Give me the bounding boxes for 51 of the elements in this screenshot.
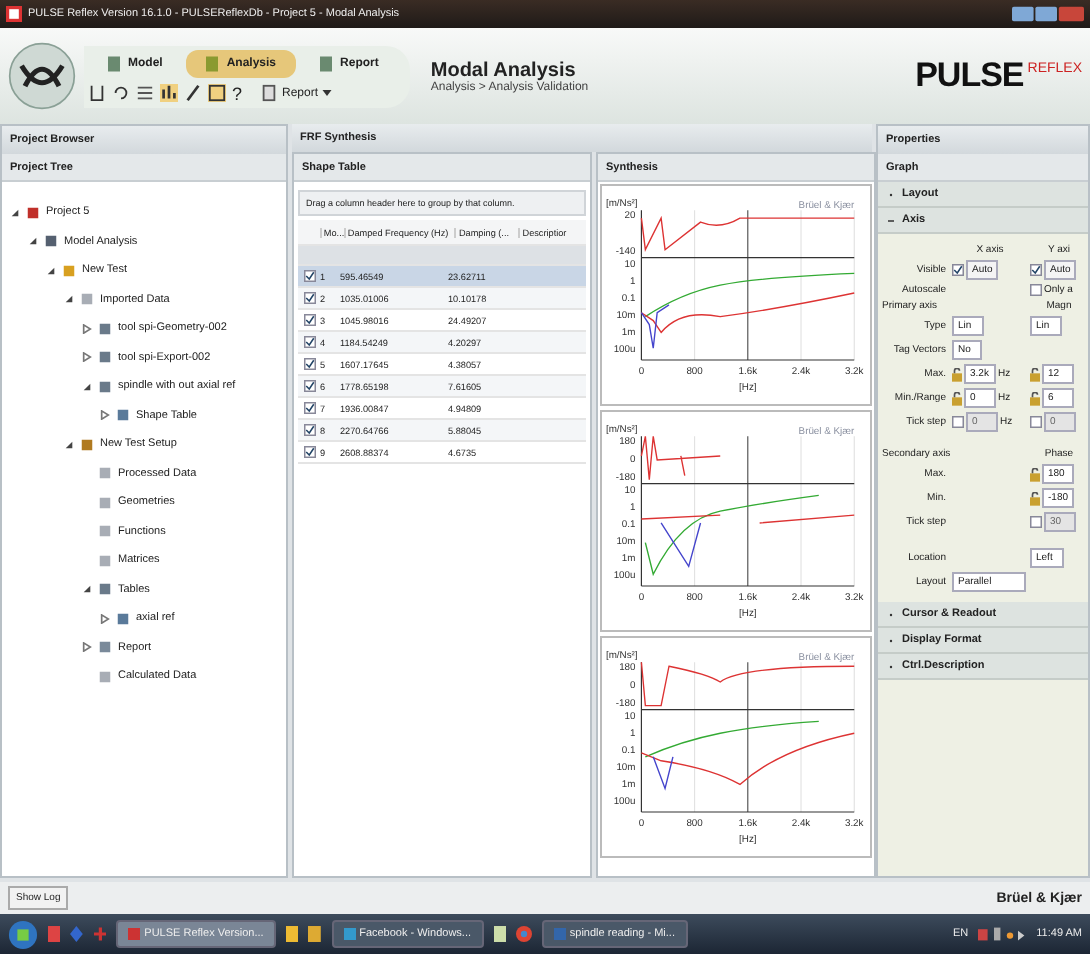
app-icon xyxy=(6,6,22,22)
checkbox[interactable] xyxy=(303,402,315,414)
expander-icon[interactable] xyxy=(46,265,56,276)
checkbox[interactable] xyxy=(303,424,315,436)
expander-icon[interactable] xyxy=(64,439,74,450)
chart-icon[interactable] xyxy=(160,84,178,102)
expander-icon[interactable] xyxy=(100,410,110,421)
caret-icon xyxy=(322,90,333,96)
start-button[interactable] xyxy=(8,919,38,949)
lock-icon[interactable] xyxy=(1030,367,1040,381)
checkbox[interactable] xyxy=(303,314,315,326)
checkbox[interactable] xyxy=(303,380,315,392)
checkbox[interactable] xyxy=(1030,264,1042,276)
save-icon[interactable] xyxy=(88,84,106,102)
expander-icon[interactable] xyxy=(82,323,92,334)
expander-icon xyxy=(888,217,894,223)
expander-icon[interactable] xyxy=(28,236,38,247)
checkbox[interactable] xyxy=(952,264,964,276)
pencil-icon[interactable] xyxy=(184,84,202,102)
expander-icon[interactable] xyxy=(82,352,92,363)
expander-icon[interactable] xyxy=(82,381,92,392)
list-icon[interactable] xyxy=(136,84,154,102)
app-icon xyxy=(553,928,566,940)
lock-icon[interactable] xyxy=(1030,467,1040,481)
window-icon[interactable] xyxy=(208,84,226,102)
expander-icon[interactable] xyxy=(64,294,74,305)
lock-icon[interactable] xyxy=(1030,491,1040,505)
checkbox[interactable] xyxy=(303,292,315,304)
checkbox[interactable] xyxy=(1030,284,1042,296)
checkbox[interactable] xyxy=(952,416,964,428)
app-icon xyxy=(343,928,356,940)
lock-icon[interactable] xyxy=(952,367,962,381)
lock-icon[interactable] xyxy=(1030,391,1040,405)
expander-icon[interactable] xyxy=(10,207,20,218)
help-button[interactable]: ? xyxy=(232,83,243,103)
expander-icon[interactable] xyxy=(82,642,92,653)
checkbox[interactable] xyxy=(303,358,315,370)
window-controls-icon[interactable] xyxy=(1012,4,1084,24)
expander-icon[interactable] xyxy=(82,584,92,595)
checkbox[interactable] xyxy=(303,270,315,282)
checkbox[interactable] xyxy=(1030,416,1042,428)
checkbox[interactable] xyxy=(1030,516,1042,528)
app-menu-icon[interactable] xyxy=(8,42,76,110)
checkbox[interactable] xyxy=(303,336,315,348)
tray-icons[interactable] xyxy=(978,926,1027,942)
page-title: Modal Analysis xyxy=(430,59,578,81)
undo-icon[interactable] xyxy=(112,84,130,102)
expander-icon[interactable] xyxy=(100,613,110,624)
lock-icon[interactable] xyxy=(952,391,962,405)
checkbox[interactable] xyxy=(303,446,315,458)
app-icon xyxy=(128,928,141,940)
